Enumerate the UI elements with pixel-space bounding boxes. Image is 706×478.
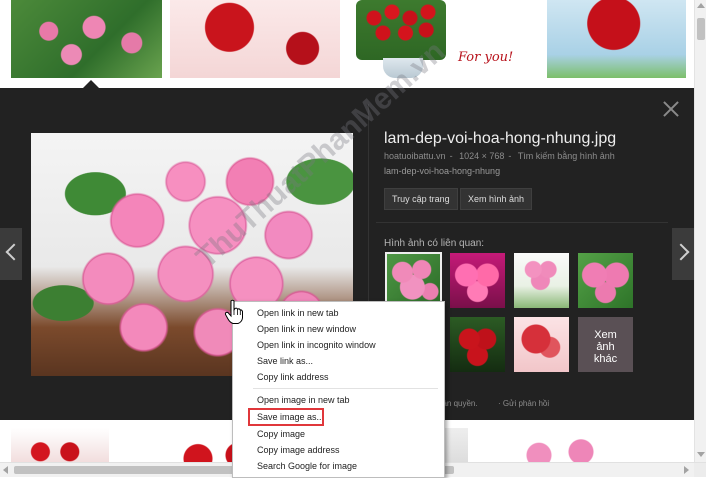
related-image-1[interactable] xyxy=(385,252,442,309)
selected-pointer xyxy=(83,80,99,88)
meta-separator: - xyxy=(508,151,512,161)
related-images-label: Hình ảnh có liên quan: xyxy=(384,238,485,249)
bouquet-shape xyxy=(356,0,446,60)
related-image-3[interactable] xyxy=(514,253,569,308)
image-title[interactable]: lam-dep-voi-hoa-hong-nhung.jpg xyxy=(384,130,616,148)
top-thumbnail-strip: For you! xyxy=(0,0,694,88)
meta-site[interactable]: hoatuoibattu.vn xyxy=(384,151,446,161)
menu-save-image-as[interactable]: Save image as... xyxy=(233,409,444,425)
menu-copy-image-address[interactable]: Copy image address xyxy=(233,442,444,458)
view-image-button[interactable]: Xem hình ảnh xyxy=(460,188,533,210)
menu-open-image-new-tab[interactable]: Open image in new tab xyxy=(233,392,444,408)
context-menu: Open link in new tab Open link in new wi… xyxy=(232,301,445,478)
menu-open-link-new-window[interactable]: Open link in new window xyxy=(233,321,444,337)
menu-open-link-incognito[interactable]: Open link in incognito window xyxy=(233,337,444,353)
next-image-button[interactable] xyxy=(672,228,694,280)
card-text: For you! xyxy=(458,50,514,65)
chevron-right-icon xyxy=(672,243,690,261)
image-description: lam-dep-voi-hoa-hong-nhung xyxy=(384,166,501,176)
chevron-left-icon xyxy=(5,243,23,261)
thumbnail-bottom-4[interactable] xyxy=(476,428,686,462)
more-images-button[interactable]: Xem ảnh khác xyxy=(578,317,633,372)
more-label-line1: Xem xyxy=(594,329,617,341)
vertical-scrollbar[interactable] xyxy=(694,0,706,462)
menu-search-google-image[interactable]: Search Google for image xyxy=(233,458,444,474)
menu-open-link-new-tab[interactable]: Open link in new tab xyxy=(233,305,444,321)
scroll-thumb-vertical[interactable] xyxy=(697,18,705,40)
menu-copy-image[interactable]: Copy image xyxy=(233,426,444,442)
scrollbar-corner xyxy=(694,463,706,477)
visit-page-button[interactable]: Truy cập trang xyxy=(384,188,458,210)
related-image-5[interactable] xyxy=(450,317,505,372)
thumbnail-red-rose-sky[interactable] xyxy=(547,0,686,78)
prev-image-button[interactable] xyxy=(0,228,23,280)
scroll-up-icon[interactable] xyxy=(697,3,705,8)
hand-pointer-icon xyxy=(224,299,243,324)
meta-search-by-image[interactable]: Tìm kiếm bằng hình ảnh xyxy=(518,151,615,161)
related-image-2[interactable] xyxy=(450,253,505,308)
menu-copy-link-address[interactable]: Copy link address xyxy=(233,369,444,385)
menu-save-link-as[interactable]: Save link as... xyxy=(233,353,444,369)
more-label-line2: ảnh xyxy=(596,341,615,353)
more-label-line3: khác xyxy=(593,353,618,365)
close-icon[interactable] xyxy=(662,100,680,118)
vase-shape xyxy=(383,58,423,78)
thumbnail-red-bouquet[interactable]: For you! xyxy=(348,0,539,78)
menu-separator xyxy=(253,388,438,389)
meta-size: 1024 × 768 xyxy=(459,151,505,161)
scroll-down-icon[interactable] xyxy=(697,452,705,457)
meta-separator: - xyxy=(449,151,453,161)
image-meta: hoatuoibattu.vn - 1024 × 768- Tìm kiếm bằ… xyxy=(384,151,619,161)
section-divider xyxy=(376,222,668,223)
thumbnail-pink-roses[interactable] xyxy=(11,0,162,78)
scroll-left-icon[interactable] xyxy=(3,466,8,474)
send-feedback-link[interactable]: · Gửi phản hồi xyxy=(498,399,549,408)
scroll-right-icon[interactable] xyxy=(684,466,689,474)
thumbnail-red-rose-petal[interactable] xyxy=(170,0,340,78)
related-image-6[interactable] xyxy=(514,317,569,372)
related-image-4[interactable] xyxy=(578,253,633,308)
thumbnail-bottom-1[interactable] xyxy=(11,428,109,462)
